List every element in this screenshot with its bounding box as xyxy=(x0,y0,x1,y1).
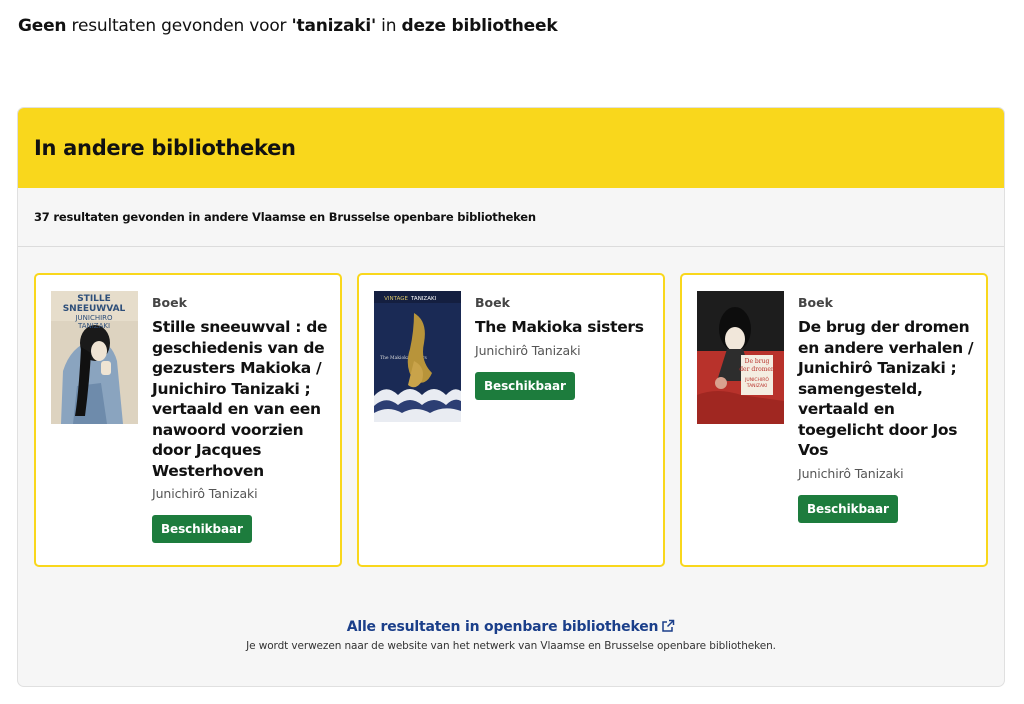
cover-text: TANIZAKI xyxy=(77,322,110,330)
panel-title: In andere bibliotheken xyxy=(34,136,296,160)
no-results-strong: Geen xyxy=(18,16,67,36)
book-author: Junichirô Tanizaki xyxy=(798,465,904,481)
book-author: Junichirô Tanizaki xyxy=(152,486,258,501)
cover-text: De brug xyxy=(745,358,770,365)
book-title[interactable]: De brug der dromen en andere verhalen / … xyxy=(798,317,976,461)
book-title[interactable]: The Makioka sisters xyxy=(475,317,653,338)
cover-text: SNEEUWVAL xyxy=(63,304,126,314)
book-cover[interactable]: STILLE SNEEUWVAL JUNICHIRO TANIZAKI xyxy=(51,291,138,424)
search-query: 'tanizaki' xyxy=(291,16,377,36)
availability-button[interactable]: Beschikbaar xyxy=(475,371,575,400)
availability-button[interactable]: Beschikbaar xyxy=(798,494,898,523)
panel-header: In andere bibliotheken xyxy=(18,108,1004,188)
results-count-row: 37 resultaten gevonden in andere Vlaamse… xyxy=(18,188,1004,247)
card-body: Boek De brug der dromen en andere verhal… xyxy=(798,295,976,523)
item-type: Boek xyxy=(475,295,510,310)
redirect-note: Je wordt verwezen naar de website van he… xyxy=(246,640,776,652)
book-author: Junichirô Tanizaki xyxy=(475,342,581,358)
availability-button[interactable]: Beschikbaar xyxy=(152,515,252,543)
other-libraries-panel: In andere bibliotheken 37 resultaten gev… xyxy=(17,107,1005,687)
book-cover[interactable]: De brug der dromen JUNICHIRÔ TANIZAKI xyxy=(697,291,784,424)
all-results-link-label[interactable]: Alle resultaten in openbare bibliotheken xyxy=(347,619,659,635)
all-results-link[interactable]: Alle resultaten in openbare bibliotheken xyxy=(347,619,676,635)
item-type: Boek xyxy=(798,295,833,310)
external-link-icon[interactable] xyxy=(661,619,675,637)
no-results-message: Geen resultaten gevonden voor 'tanizaki'… xyxy=(18,16,558,36)
result-card[interactable]: STILLE SNEEUWVAL JUNICHIRO TANIZAKI Boek… xyxy=(34,273,342,567)
cover-text: VINTAGE xyxy=(384,296,408,302)
card-body: Boek Stille sneeuwval : de geschiedenis … xyxy=(152,295,330,543)
no-results-text-2: in xyxy=(375,16,402,36)
cover-text: TANIZAKI xyxy=(746,383,768,389)
result-card[interactable]: De brug der dromen JUNICHIRÔ TANIZAKI Bo… xyxy=(680,273,988,567)
all-results-link-row: Alle resultaten in openbare bibliotheken xyxy=(18,616,1004,637)
cover-text: JUNICHIRÔ xyxy=(744,376,769,383)
item-type: Boek xyxy=(152,295,187,310)
no-results-text: resultaten gevonden voor xyxy=(66,16,292,36)
result-card[interactable]: VINTAGE TANIZAKI The Makioka Sisters Boe… xyxy=(357,273,665,567)
card-body: Boek The Makioka sisters Junichirô Taniz… xyxy=(475,295,653,400)
library-scope: deze bibliotheek xyxy=(401,16,558,36)
cover-text: STILLE xyxy=(77,294,111,304)
book-cover[interactable]: VINTAGE TANIZAKI The Makioka Sisters xyxy=(374,291,461,422)
cover-text: der dromen xyxy=(739,366,775,373)
cover-text: TANIZAKI xyxy=(410,296,437,302)
results-count: 37 resultaten gevonden in andere Vlaamse… xyxy=(34,210,536,224)
book-title[interactable]: Stille sneeuwval : de geschiedenis van d… xyxy=(152,317,330,481)
cover-text: JUNICHIRO xyxy=(74,314,113,322)
